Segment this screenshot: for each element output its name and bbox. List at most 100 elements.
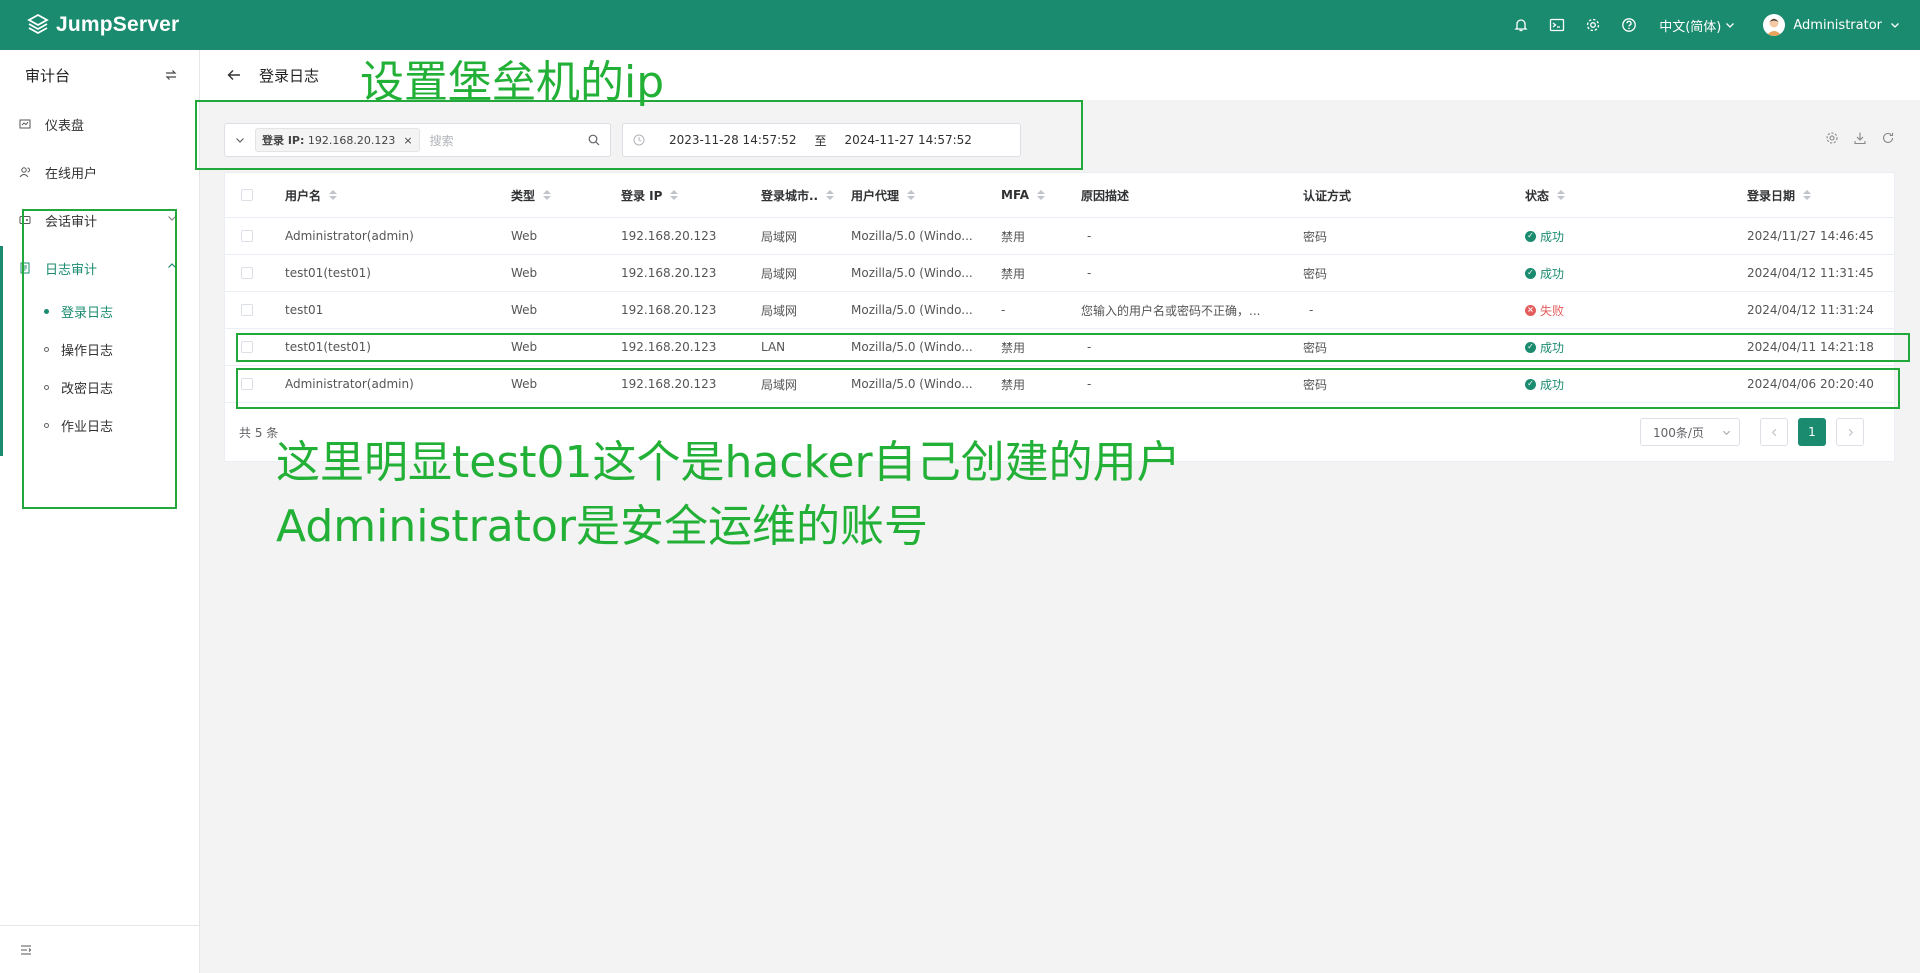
header-checkbox-cell	[225, 189, 279, 201]
help-icon[interactable]	[1611, 0, 1647, 50]
row-checkbox-cell	[225, 267, 279, 279]
table-tools	[1825, 131, 1895, 145]
login-log-table: 用户名 类型 登录 IP 登录城市.. 用户代理 MFA 原因描述 认证方式 状…	[224, 172, 1895, 462]
cell-user[interactable]: test01	[279, 303, 505, 317]
cell-city: 局域网	[761, 303, 798, 318]
next-page-button[interactable]	[1836, 418, 1864, 446]
cell-city: 局域网	[761, 266, 798, 281]
column-label: 登录城市..	[761, 188, 819, 203]
refresh-icon[interactable]	[1881, 131, 1895, 145]
cell-auth: 密码	[1303, 266, 1328, 281]
table-row[interactable]: test01 Web 192.168.20.123 局域网 Mozilla/5.…	[225, 292, 1894, 329]
cell-user[interactable]: test01(test01)	[279, 266, 505, 280]
column-header[interactable]: 状态	[1519, 187, 1741, 204]
sort-icon[interactable]	[907, 190, 916, 200]
annotation-ip-note: 设置堡垒机的ip	[360, 57, 665, 108]
annotation-box-row-admin	[236, 368, 1900, 409]
sidebar-item-label: 仪表盘	[45, 118, 85, 134]
cell-agent: Mozilla/5.0 (Windo...	[851, 266, 973, 280]
row-checkbox-cell	[225, 304, 279, 316]
terminal-icon[interactable]	[1539, 0, 1575, 50]
sort-icon[interactable]	[543, 190, 552, 200]
sidebar-title: 审计台	[25, 66, 71, 85]
page-size-select[interactable]: 100条/页	[1640, 418, 1740, 446]
online-users-icon	[19, 167, 30, 178]
sort-icon[interactable]	[1803, 190, 1812, 200]
column-header[interactable]: 用户名	[279, 187, 505, 204]
cell-reason: -	[1087, 229, 1092, 243]
sort-icon[interactable]	[1557, 190, 1566, 200]
sort-icon[interactable]	[826, 190, 835, 200]
settings-gear-icon[interactable]	[1575, 0, 1611, 50]
cell-mfa: 禁用	[1001, 229, 1026, 244]
cell-status: ✓ 成功	[1519, 265, 1741, 282]
jumpserver-logo-icon	[27, 13, 49, 35]
sort-icon[interactable]	[670, 190, 679, 200]
bell-icon[interactable]	[1503, 0, 1539, 50]
column-header[interactable]: 类型	[505, 187, 615, 204]
settings-gear-icon[interactable]	[1825, 131, 1839, 145]
sidebar-footer	[0, 925, 200, 973]
cell-auth: 密码	[1303, 229, 1328, 244]
cell-agent: Mozilla/5.0 (Windo...	[851, 229, 973, 243]
collapse-sidebar-icon[interactable]	[20, 944, 32, 956]
row-checkbox[interactable]	[241, 230, 253, 242]
switch-view-icon[interactable]	[165, 69, 177, 81]
annotation-line1: 这里明显test01这个是hacker自己创建的用户	[276, 437, 1181, 488]
sidebar-item-label: 在线用户	[45, 166, 98, 182]
app-name: JumpServer	[56, 13, 180, 36]
status-text: 失败	[1540, 303, 1565, 318]
column-header[interactable]: 用户代理	[845, 187, 995, 204]
sidebar-item-online-users[interactable]: 在线用户	[0, 148, 199, 196]
cell-type: Web	[511, 229, 538, 243]
row-checkbox[interactable]	[241, 304, 253, 316]
sort-icon[interactable]	[329, 190, 338, 200]
cell-status: ✓ 成功	[1519, 228, 1741, 245]
table-row[interactable]: Administrator(admin) Web 192.168.20.123 …	[225, 218, 1894, 255]
error-circle-icon: ×	[1525, 304, 1536, 316]
page-number-current[interactable]: 1	[1798, 418, 1826, 446]
column-header[interactable]: 登录 IP	[615, 187, 755, 204]
annotation-line2: Administrator是安全运维的账号	[276, 501, 928, 552]
chevron-left-icon	[1771, 428, 1776, 436]
sidebar-header: 审计台	[0, 50, 199, 100]
logo[interactable]: JumpServer	[26, 13, 179, 37]
chevron-down-icon	[1722, 430, 1731, 435]
cell-ip: 192.168.20.123	[621, 266, 717, 280]
column-label: 用户代理	[851, 188, 900, 203]
chevron-down-icon	[1726, 23, 1735, 28]
cell-mfa: 禁用	[1001, 266, 1026, 281]
annotation-box-sidebar	[22, 209, 177, 509]
column-header: 原因描述	[1075, 187, 1297, 204]
column-label: 登录 IP	[621, 188, 663, 203]
cell-reason: -	[1087, 266, 1092, 280]
column-header[interactable]: 登录日期	[1741, 187, 1891, 204]
cell-city: 局域网	[761, 229, 798, 244]
active-indicator	[0, 246, 3, 456]
cell-user[interactable]: Administrator(admin)	[279, 229, 505, 243]
sidebar-item-dashboard[interactable]: 仪表盘	[0, 100, 199, 148]
cell-date: 2024/11/27 14:46:45	[1747, 229, 1874, 243]
column-header[interactable]: MFA	[995, 188, 1075, 202]
column-label: 类型	[511, 188, 536, 203]
prev-page-button[interactable]	[1760, 418, 1788, 446]
table-row[interactable]: test01(test01) Web 192.168.20.123 局域网 Mo…	[225, 255, 1894, 292]
user-menu[interactable]: Administrator	[1763, 14, 1900, 36]
column-header[interactable]: 登录城市..	[755, 187, 845, 204]
back-arrow-icon[interactable]	[227, 68, 241, 82]
row-checkbox[interactable]	[241, 267, 253, 279]
select-all-checkbox[interactable]	[241, 189, 253, 201]
cell-auth: -	[1309, 303, 1314, 317]
column-label: 用户名	[285, 188, 322, 203]
status-text: 成功	[1540, 266, 1565, 281]
total-count: 共 5 条	[239, 425, 279, 440]
language-label: 中文(简体)	[1659, 19, 1722, 35]
cell-status: × 失败	[1519, 302, 1741, 319]
language-selector[interactable]: 中文(简体)	[1659, 16, 1735, 35]
download-icon[interactable]	[1853, 131, 1867, 145]
sort-icon[interactable]	[1037, 190, 1046, 200]
cell-agent: Mozilla/5.0 (Windo...	[851, 303, 973, 317]
chevron-down-icon	[1891, 23, 1899, 28]
status-text: 成功	[1540, 229, 1565, 244]
column-label: 登录日期	[1747, 188, 1796, 203]
